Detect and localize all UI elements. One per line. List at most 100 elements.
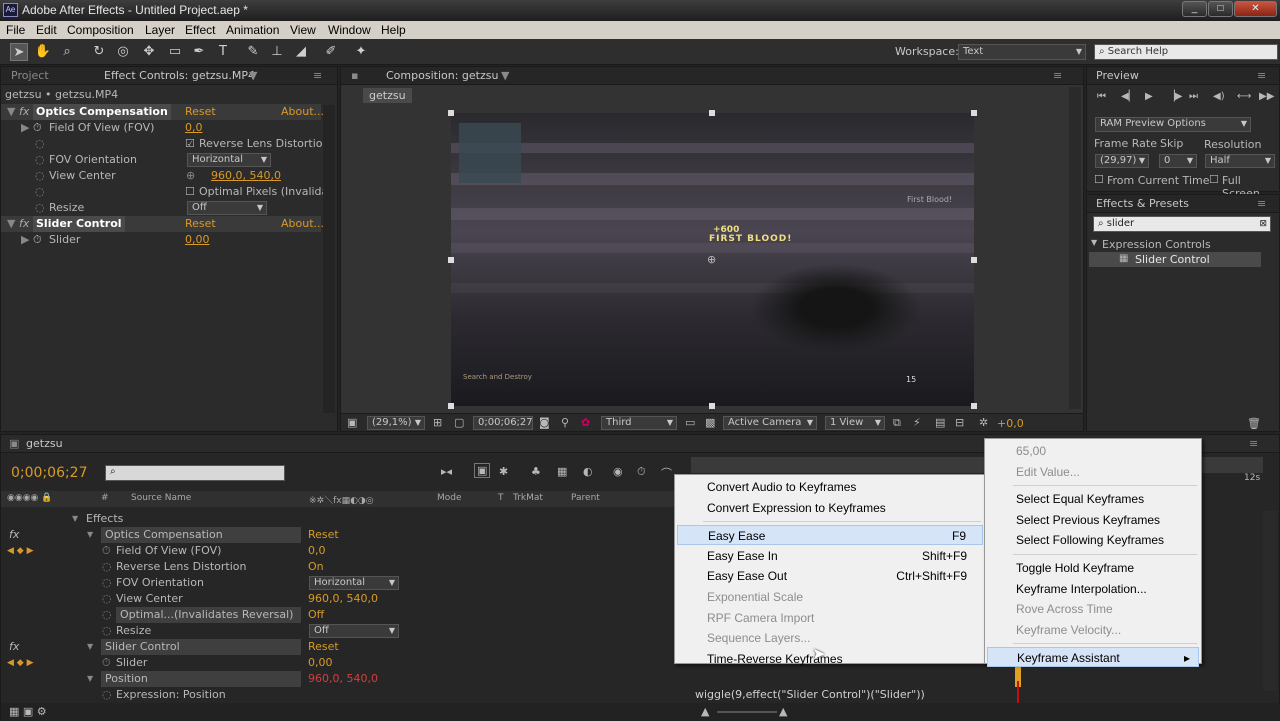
brush-tool-icon[interactable]: ✎ [244,43,262,61]
menu-item[interactable]: Select Previous Keyframes [987,510,1199,530]
panel-menu-icon[interactable]: ≡ [1257,197,1266,210]
roto-brush-tool-icon[interactable]: ✐ [322,43,340,61]
composition-viewer[interactable]: +600 FIRST BLOOD! First Blood! Search an… [451,113,974,406]
timeline-row[interactable]: ▼ Position 960,0, 540,0 [1,671,691,687]
expand-triangle-icon[interactable]: ▼ [72,511,78,527]
render-queue-icon[interactable]: ▣ [9,437,19,450]
menu-item[interactable]: Time-Reverse Keyframes [677,649,983,669]
play-icon[interactable]: ▶ [1145,91,1153,102]
workspace-select[interactable]: Text ▼ [958,44,1086,60]
menu-item[interactable]: Convert Expression to Keyframes [677,498,983,518]
zoom-out-icon[interactable]: ▲ [701,705,709,718]
pen-tool-icon[interactable]: ✒ [190,43,208,61]
expand-triangle-icon[interactable]: ▼ [87,671,93,687]
slider-value[interactable]: 0,00 [185,232,210,248]
menu-item[interactable]: Select Equal Keyframes [987,489,1199,509]
stopwatch-icon[interactable]: ◌ [35,168,45,184]
timeline-row[interactable]: ◌ Reverse Lens Distortion On [1,559,691,575]
fx-icon[interactable]: fx [19,104,29,120]
stopwatch-icon[interactable]: ◌ [102,559,112,575]
live-update-icon[interactable]: ▣ [474,463,491,478]
stopwatch-icon[interactable]: ◌ [102,575,112,591]
timeline-property-value[interactable]: Off [308,607,324,623]
menu-view[interactable]: View [290,23,316,37]
exposure-icon[interactable]: ✲ [979,416,988,429]
menu-file[interactable]: File [6,23,25,37]
menu-item[interactable]: Easy Ease F9 [677,525,983,546]
pan-behind-tool-icon[interactable]: ✥ [140,43,158,61]
tab-effect-controls[interactable]: Effect Controls: getzsu.MP4 [104,69,255,82]
bounding-handle[interactable] [971,403,977,409]
first-frame-icon[interactable]: ⏮ [1097,91,1106,102]
resize-select[interactable]: Off ▼ [187,201,267,215]
timeline-property-value[interactable]: Reset [308,639,339,655]
timeline-row[interactable]: ◀ ◆ ▶ ⏱ Slider 0,00 [1,655,691,671]
timeline-icon[interactable]: ▤ [935,416,945,429]
timeline-property-value[interactable]: 960,0, 540,0 [308,671,378,687]
panel-menu-icon[interactable]: ≡ [1257,69,1266,82]
transparency-grid-icon[interactable]: ▩ [705,416,715,429]
timeline-row[interactable]: ◌ View Center 960,0, 540,0 [1,591,691,607]
motion-blur-icon[interactable]: ◐ [583,465,593,478]
timeline-row[interactable]: fx ▼ Optics Compensation Reset [1,527,691,543]
hide-shy-layers-icon[interactable]: ♣ [531,465,541,478]
scrollbar[interactable] [323,105,335,413]
bounding-handle[interactable] [971,110,977,116]
resolution-select[interactable]: Third ▼ [601,416,677,430]
bounding-handle[interactable] [448,257,454,263]
tab-composition[interactable]: Composition: getzsu [386,69,498,82]
skip-select[interactable]: 0 ▼ [1159,154,1197,168]
maximize-button[interactable]: □ [1208,1,1233,17]
timeline-property-value[interactable]: 0,00 [308,655,333,671]
expand-triangle-icon[interactable]: ▼ [1091,238,1097,247]
graph-editor-icon[interactable]: ⌒ [661,465,672,481]
scrollbar[interactable] [1069,87,1081,409]
stopwatch-icon[interactable]: ⏱ [102,543,111,559]
timeline-property-value[interactable]: Reset [308,527,339,543]
expand-triangle-icon[interactable]: ▼ [87,639,93,655]
stopwatch-icon[interactable]: ⏱ [33,232,42,248]
timeline-timecode[interactable]: 0;00;06;27 [11,465,88,481]
tab-project[interactable]: Project [11,69,49,82]
menu-composition[interactable]: Composition [67,23,134,37]
minimize-button[interactable]: _ [1182,1,1207,17]
checkbox-checked-icon[interactable]: ☑ [185,136,195,152]
effect-item-slider-control[interactable]: Slider Control [1135,253,1210,266]
stopwatch-icon[interactable]: ◌ [102,687,112,703]
toggle-pixel-aspect-icon[interactable]: ⧉ [893,416,901,430]
stopwatch-icon[interactable]: ⏱ [102,655,111,671]
chevron-down-icon[interactable]: ▼ [249,69,257,82]
expand-triangle-icon[interactable]: ▼ [7,216,15,232]
camera-snapshot-icon[interactable]: ◙ [539,416,550,429]
stopwatch-icon[interactable]: ◌ [102,623,112,639]
bounding-handle[interactable] [448,403,454,409]
flowchart-icon[interactable]: ⊟ [955,416,964,429]
bounding-handle[interactable] [709,110,715,116]
expand-triangle-icon[interactable]: ▶ [21,120,29,136]
camera-select[interactable]: Active Camera ▼ [723,416,817,430]
lock-icon[interactable]: ▪ [351,69,358,82]
fx-icon[interactable]: fx [19,216,29,232]
menu-item[interactable]: Select Following Keyframes [987,530,1199,550]
menu-item[interactable]: Convert Audio to Keyframes [677,477,983,497]
timeline-row[interactable]: ◌ Optimal...(Invalidates Reversal) Off [1,607,691,623]
trash-icon[interactable]: 🗑 [1247,417,1261,430]
bounding-handle[interactable] [971,257,977,263]
effects-search-input[interactable]: ⌕ slider ⊠ [1093,216,1271,232]
fx-icon[interactable]: fx [9,639,19,655]
scrollbar[interactable] [1263,511,1277,691]
keyframe-navigator-icon[interactable]: ◀ ◆ ▶ [7,655,34,671]
timeline-row[interactable]: ◀ ◆ ▶ ⏱ Field Of View (FOV) 0,0 [1,543,691,559]
panel-menu-icon[interactable]: ≡ [313,69,322,82]
reset-link[interactable]: Reset [185,216,216,232]
next-frame-icon[interactable]: ▕▶ [1167,91,1182,102]
view-layout-select[interactable]: 1 View ▼ [825,416,885,430]
expand-triangle-icon[interactable]: ▼ [7,104,15,120]
timeline-row[interactable]: ◌ FOV Orientation Horizontal ▼ [1,575,691,591]
fov-orientation-select[interactable]: Horizontal ▼ [187,153,271,167]
stopwatch-icon[interactable]: ◌ [102,607,112,623]
zoom-in-icon[interactable]: ▲ [779,705,787,718]
brainstorm-icon[interactable]: ◉ [613,465,623,478]
view-center-value[interactable]: 960,0, 540,0 [211,168,281,184]
timeline-property-value[interactable]: On [308,559,324,575]
